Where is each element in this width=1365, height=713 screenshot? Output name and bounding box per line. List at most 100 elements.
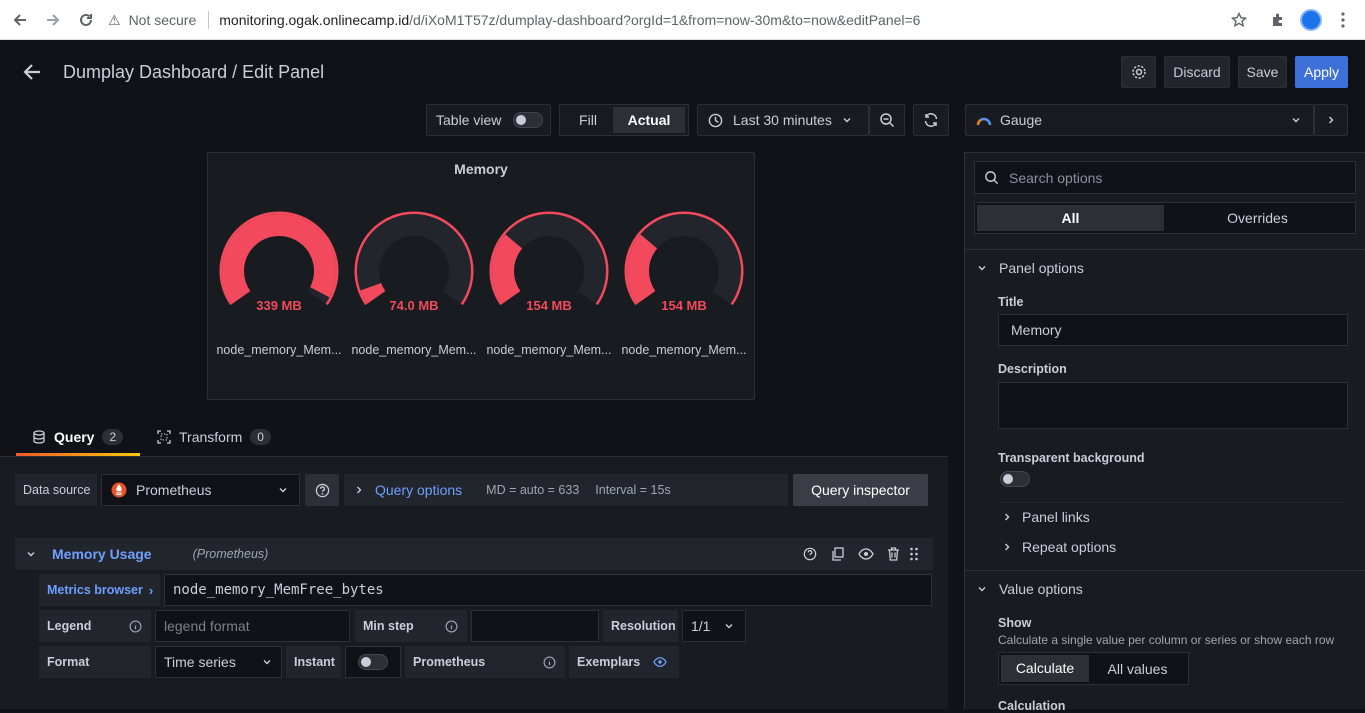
transform-count-badge: 0 (250, 429, 271, 445)
eye-icon[interactable] (653, 656, 667, 668)
discard-button[interactable]: Discard (1164, 56, 1230, 88)
query-name[interactable]: Memory Usage (52, 546, 152, 562)
gauge-label: node_memory_Mem... (351, 343, 477, 357)
tab-all[interactable]: All (977, 205, 1164, 231)
repeat-options-label: Repeat options (1022, 539, 1117, 555)
bookmark-star-icon[interactable] (1227, 8, 1251, 32)
chevron-down-icon (278, 485, 288, 495)
gear-icon (1131, 64, 1147, 80)
gauge-label: node_memory_Mem... (621, 343, 747, 357)
datasource-select[interactable]: Prometheus (101, 474, 300, 506)
browser-menu-icon[interactable] (1331, 8, 1355, 32)
collapse-options-button[interactable] (1314, 104, 1348, 136)
table-view-label: Table view (436, 112, 502, 128)
all-values-option[interactable]: All values (1089, 661, 1186, 677)
panel-links-header[interactable]: Panel links (1002, 509, 1090, 525)
table-view-switch[interactable] (513, 112, 544, 128)
datasource-help-button[interactable] (305, 474, 339, 506)
address-bar[interactable]: ⚠ Not secure monitoring.ogak.onlinecamp.… (108, 4, 1260, 36)
chevron-down-icon (1291, 115, 1301, 125)
resolution-value: 1/1 (691, 618, 711, 634)
show-description: Calculate a single value per column or s… (998, 633, 1335, 647)
time-range-picker[interactable]: Last 30 minutes (697, 104, 869, 136)
gauge-value: 154 MB (526, 298, 572, 313)
gauge: 154 MB node_memory_Mem... (619, 153, 749, 383)
warning-icon: ⚠ (108, 11, 121, 28)
value-options-header[interactable]: Value options (977, 581, 1083, 597)
tab-query[interactable]: Query 2 (33, 429, 124, 445)
table-view-toggle[interactable]: Table view (426, 104, 551, 136)
gauge-value: 74.0 MB (389, 298, 439, 313)
question-circle-icon[interactable] (803, 547, 817, 561)
tab-overrides[interactable]: Overrides (1164, 210, 1351, 226)
copy-icon[interactable] (831, 547, 845, 561)
instant-switch[interactable] (358, 654, 388, 670)
query-count-badge: 2 (102, 429, 124, 445)
back-arrow-icon[interactable] (22, 62, 42, 82)
forward-icon[interactable] (41, 8, 65, 32)
chevron-right-icon (1002, 542, 1012, 552)
save-button[interactable]: Save (1238, 56, 1287, 88)
trash-icon[interactable] (887, 547, 900, 561)
calculate-option[interactable]: Calculate (1001, 655, 1089, 682)
metrics-browser-button[interactable]: Metrics browser › (39, 574, 160, 606)
resolution-select[interactable]: 1/1 (682, 610, 746, 642)
back-icon[interactable] (8, 8, 32, 32)
panel-options-label: Panel options (999, 260, 1084, 276)
instant-toggle[interactable] (345, 646, 401, 678)
actual-option[interactable]: Actual (613, 107, 685, 133)
chevron-right-icon (1326, 115, 1336, 125)
format-label: Format (39, 646, 151, 678)
datasource-value: Prometheus (136, 482, 212, 498)
extensions-icon[interactable] (1266, 8, 1290, 32)
prometheus-icon (111, 482, 127, 498)
calculation-label: Calculation (998, 699, 1066, 713)
query-inspector-button[interactable]: Query inspector (793, 474, 928, 506)
apply-button[interactable]: Apply (1295, 56, 1348, 88)
title-input[interactable]: Memory (998, 314, 1348, 346)
max-data-points: MD = auto = 633 (486, 483, 580, 497)
search-options-input[interactable]: Search options (974, 161, 1356, 194)
show-radio-group: Calculate All values (998, 652, 1189, 685)
interval-value: Interval = 15s (595, 483, 671, 497)
gauge-label: node_memory_Mem... (486, 343, 612, 357)
panel-options-header[interactable]: Panel options (977, 260, 1084, 276)
legend-label-text: Legend (47, 619, 92, 633)
datasource-label: Data source (15, 474, 97, 506)
gauge-label: node_memory_Mem... (216, 343, 342, 357)
format-select[interactable]: Time series (155, 646, 282, 678)
query-options-bar[interactable]: Query options MD = auto = 633 Interval =… (344, 474, 788, 506)
description-textarea[interactable] (998, 382, 1348, 429)
clock-icon (708, 113, 723, 128)
repeat-options-header[interactable]: Repeat options (1002, 539, 1116, 555)
info-icon[interactable] (129, 620, 142, 633)
chevron-down-icon (724, 621, 734, 631)
settings-button[interactable] (1121, 56, 1156, 88)
refresh-button[interactable] (913, 104, 949, 136)
reload-icon[interactable] (74, 8, 98, 32)
search-icon (984, 170, 999, 185)
profile-avatar[interactable] (1299, 8, 1323, 32)
legend-label: Legend (39, 610, 151, 642)
chevron-down-icon[interactable] (26, 549, 36, 559)
min-step-input[interactable] (471, 610, 599, 642)
zoom-out-button[interactable] (869, 104, 905, 136)
visualization-picker[interactable]: Gauge (965, 104, 1314, 136)
transparent-switch[interactable] (1000, 471, 1030, 487)
zoom-out-icon (879, 112, 895, 128)
drag-handle-icon[interactable] (909, 547, 919, 561)
info-icon[interactable] (445, 620, 458, 633)
page-title: Dumplay Dashboard / Edit Panel (63, 62, 325, 82)
tab-transform[interactable]: Transform 0 (157, 429, 271, 445)
panel-links-label: Panel links (1022, 509, 1090, 525)
eye-icon[interactable] (858, 547, 874, 561)
query-row-header[interactable]: Memory Usage (Prometheus) (15, 538, 933, 570)
divider (965, 249, 1365, 250)
transparent-background-toggle[interactable] (1000, 471, 1030, 487)
fill-option[interactable]: Fill (563, 112, 613, 128)
query-expression-input[interactable]: node_memory_MemFree_bytes (164, 574, 932, 606)
chevron-right-icon (1002, 512, 1012, 522)
info-icon[interactable] (543, 656, 556, 669)
tab-transform-label: Transform (179, 429, 243, 445)
legend-format-input[interactable]: legend format (155, 610, 350, 642)
